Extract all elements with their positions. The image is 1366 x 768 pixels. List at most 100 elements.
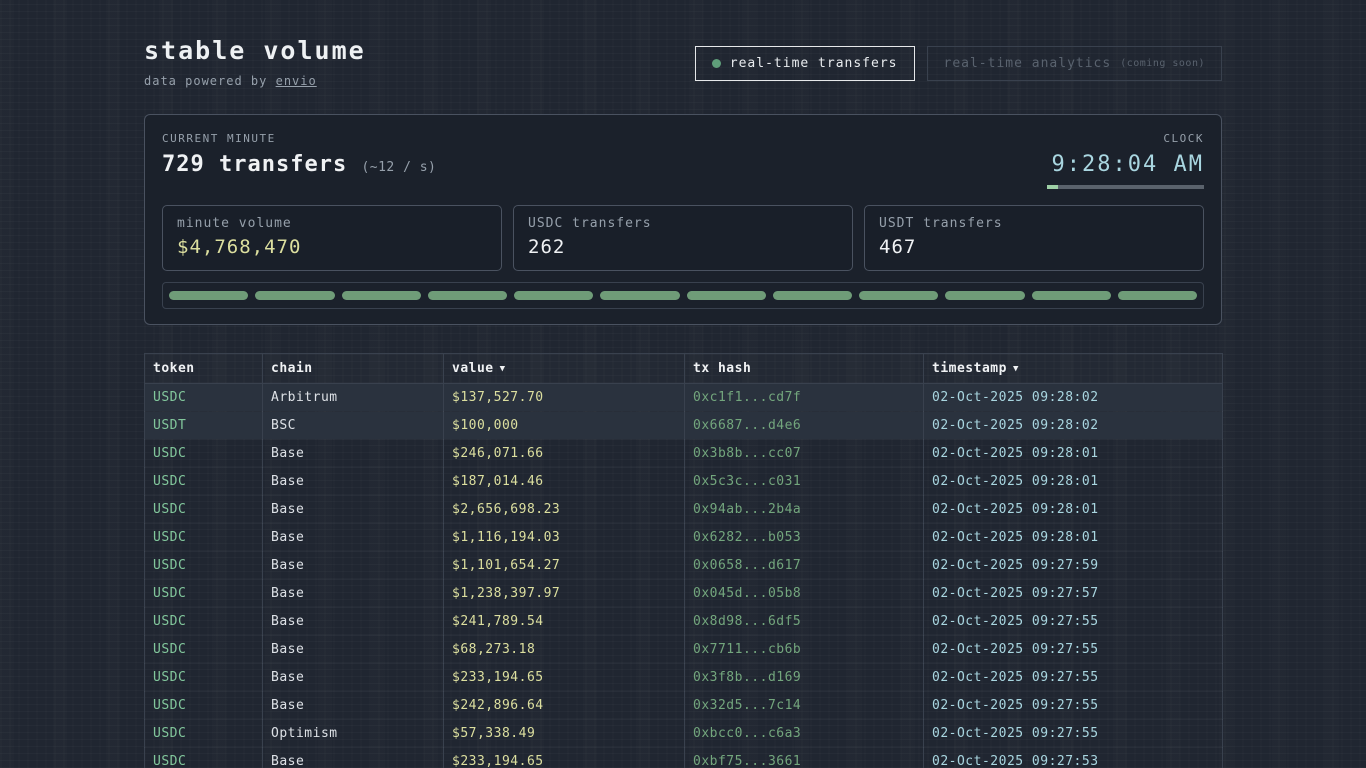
transfers-table-section: token chain value▼ tx hash timestamp▼ US… — [144, 353, 1222, 768]
tx-hash-link[interactable]: 0x5c3c...c031 — [685, 468, 924, 496]
current-minute-label: CURRENT MINUTE — [162, 132, 436, 145]
value-cell: $241,789.54 — [444, 608, 685, 636]
tx-hash-link[interactable]: 0x7711...cb6b — [685, 636, 924, 664]
tx-hash-link[interactable]: 0x6687...d4e6 — [685, 412, 924, 440]
chain-cell: Arbitrum — [263, 384, 444, 412]
column-header-timestamp[interactable]: timestamp▼ — [924, 354, 1223, 384]
minute-volume-value: $4,768,470 — [177, 236, 487, 258]
token-cell: USDC — [145, 468, 263, 496]
subtitle-text: data powered by — [144, 74, 267, 88]
chain-cell: Base — [263, 552, 444, 580]
value-cell: $233,194.65 — [444, 664, 685, 692]
activity-segment — [687, 291, 766, 300]
table-row: USDCBase$1,238,397.970x045d...05b802-Oct… — [145, 580, 1223, 608]
chain-cell: Base — [263, 496, 444, 524]
activity-segment — [773, 291, 852, 300]
value-cell: $137,527.70 — [444, 384, 685, 412]
tx-hash-link[interactable]: 0x32d5...7c14 — [685, 692, 924, 720]
clock-progress-fill — [1047, 185, 1058, 189]
value-cell: $100,000 — [444, 412, 685, 440]
table-row: USDCBase$1,101,654.270x0658...d61702-Oct… — [145, 552, 1223, 580]
tab-realtime-transfers[interactable]: real-time transfers — [695, 46, 915, 81]
timestamp-cell: 02-Oct-2025 09:27:55 — [924, 664, 1223, 692]
chain-cell: Base — [263, 580, 444, 608]
value-cell: $242,896.64 — [444, 692, 685, 720]
token-cell: USDC — [145, 384, 263, 412]
current-minute-summary: CURRENT MINUTE 729 transfers (~12 / s) — [162, 132, 436, 177]
timestamp-cell: 02-Oct-2025 09:28:02 — [924, 384, 1223, 412]
value-cell: $1,101,654.27 — [444, 552, 685, 580]
token-cell: USDC — [145, 608, 263, 636]
activity-segment — [600, 291, 679, 300]
tab-analytics-label: real-time analytics — [944, 56, 1112, 71]
timestamp-cell: 02-Oct-2025 09:27:53 — [924, 748, 1223, 768]
table-row: USDCBase$246,071.660x3b8b...cc0702-Oct-2… — [145, 440, 1223, 468]
timestamp-cell: 02-Oct-2025 09:28:01 — [924, 496, 1223, 524]
live-dot-icon — [712, 59, 721, 68]
chain-cell: Base — [263, 692, 444, 720]
token-cell: USDC — [145, 496, 263, 524]
usdt-transfers-value: 467 — [879, 236, 1189, 258]
subtitle: data powered by envio — [144, 74, 366, 88]
chain-cell: Optimism — [263, 720, 444, 748]
column-header-tx-hash: tx hash — [685, 354, 924, 384]
page-title: stable volume — [144, 36, 366, 65]
table-row: USDCBase$1,116,194.030x6282...b05302-Oct… — [145, 524, 1223, 552]
timestamp-cell: 02-Oct-2025 09:27:55 — [924, 608, 1223, 636]
token-cell: USDC — [145, 692, 263, 720]
chain-cell: Base — [263, 664, 444, 692]
value-cell: $2,656,698.23 — [444, 496, 685, 524]
tx-hash-link[interactable]: 0x3b8b...cc07 — [685, 440, 924, 468]
token-cell: USDC — [145, 636, 263, 664]
token-cell: USDC — [145, 552, 263, 580]
column-header-value[interactable]: value▼ — [444, 354, 685, 384]
tab-analytics-coming-soon: (coming soon) — [1120, 58, 1205, 69]
tx-hash-link[interactable]: 0x6282...b053 — [685, 524, 924, 552]
chain-cell: Base — [263, 468, 444, 496]
activity-segment — [1032, 291, 1111, 300]
sort-desc-icon: ▼ — [1013, 364, 1019, 374]
table-row: USDCBase$187,014.460x5c3c...c03102-Oct-2… — [145, 468, 1223, 496]
table-row: USDCOptimism$57,338.490xbcc0...c6a302-Oc… — [145, 720, 1223, 748]
token-cell: USDC — [145, 580, 263, 608]
tx-hash-link[interactable]: 0xc1f1...cd7f — [685, 384, 924, 412]
usdc-transfers-value: 262 — [528, 236, 838, 258]
tx-hash-link[interactable]: 0x0658...d617 — [685, 552, 924, 580]
timestamp-cell: 02-Oct-2025 09:27:59 — [924, 552, 1223, 580]
timestamp-cell: 02-Oct-2025 09:28:01 — [924, 524, 1223, 552]
tx-hash-link[interactable]: 0xbf75...3661 — [685, 748, 924, 768]
table-row: USDCArbitrum$137,527.700xc1f1...cd7f02-O… — [145, 384, 1223, 412]
timestamp-cell: 02-Oct-2025 09:28:01 — [924, 468, 1223, 496]
value-cell: $68,273.18 — [444, 636, 685, 664]
value-cell: $57,338.49 — [444, 720, 685, 748]
value-cell: $1,238,397.97 — [444, 580, 685, 608]
minute-volume-label: minute volume — [177, 216, 487, 231]
chain-cell: Base — [263, 440, 444, 468]
table-row: USDCBase$242,896.640x32d5...7c1402-Oct-2… — [145, 692, 1223, 720]
chain-cell: BSC — [263, 412, 444, 440]
tx-hash-link[interactable]: 0x94ab...2b4a — [685, 496, 924, 524]
usdc-transfers-label: USDC transfers — [528, 216, 838, 231]
table-header-row: token chain value▼ tx hash timestamp▼ — [145, 354, 1223, 384]
table-row: USDCBase$233,194.650xbf75...366102-Oct-2… — [145, 748, 1223, 768]
tx-hash-link[interactable]: 0xbcc0...c6a3 — [685, 720, 924, 748]
chain-cell: Base — [263, 608, 444, 636]
stat-boxes: minute volume $4,768,470 USDC transfers … — [162, 205, 1204, 271]
tx-hash-link[interactable]: 0x3f8b...d169 — [685, 664, 924, 692]
transfers-count: 729 transfers — [162, 152, 347, 177]
tx-hash-link[interactable]: 0x045d...05b8 — [685, 580, 924, 608]
timestamp-cell: 02-Oct-2025 09:27:55 — [924, 720, 1223, 748]
envio-link[interactable]: envio — [276, 74, 317, 88]
tab-transfers-label: real-time transfers — [730, 56, 898, 71]
transfers-table: token chain value▼ tx hash timestamp▼ US… — [144, 353, 1223, 768]
table-row: USDTBSC$100,0000x6687...d4e602-Oct-2025 … — [145, 412, 1223, 440]
transfers-rate: (~12 / s) — [361, 160, 436, 175]
clock-label: CLOCK — [1047, 132, 1204, 145]
tx-hash-link[interactable]: 0x8d98...6df5 — [685, 608, 924, 636]
clock-time: 9:28:04 AM — [1047, 152, 1204, 177]
activity-segment — [428, 291, 507, 300]
token-cell: USDC — [145, 748, 263, 768]
column-header-token: token — [145, 354, 263, 384]
value-cell: $246,071.66 — [444, 440, 685, 468]
table-row: USDCBase$68,273.180x7711...cb6b02-Oct-20… — [145, 636, 1223, 664]
